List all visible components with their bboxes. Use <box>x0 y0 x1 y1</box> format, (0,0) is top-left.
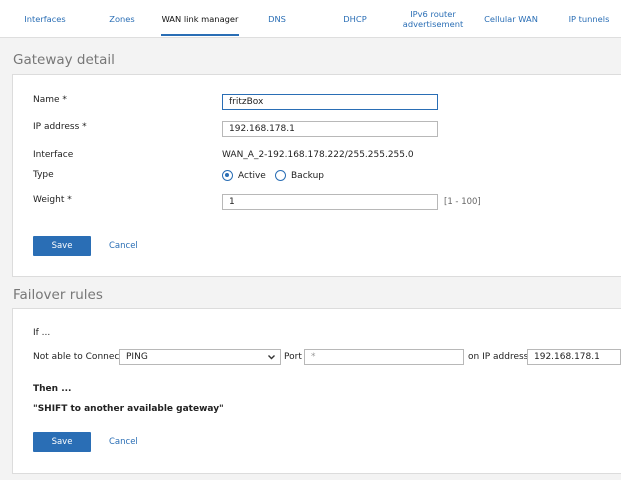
tab-dns[interactable]: DNS <box>254 0 300 38</box>
port-label: Port <box>284 352 302 362</box>
not-able-to-connect-label: Not able to Connect <box>33 352 123 362</box>
type-backup-radio[interactable] <box>275 170 286 181</box>
on-ip-address-label: on IP address <box>468 352 529 362</box>
tab-dhcp[interactable]: DHCP <box>328 0 382 38</box>
tab-bar: Interfaces Zones WAN link manager DNS DH… <box>0 0 621 38</box>
name-input[interactable] <box>222 94 438 110</box>
failover-rules-card <box>12 308 621 474</box>
tab-interfaces[interactable]: Interfaces <box>14 0 76 38</box>
gateway-cancel-button[interactable]: Cancel <box>109 241 138 251</box>
interface-value: WAN_A_2-192.168.178.222/255.255.255.0 <box>222 150 414 160</box>
tab-cellular-wan[interactable]: Cellular WAN <box>480 0 542 38</box>
weight-input[interactable] <box>222 194 438 210</box>
interface-label: Interface <box>33 150 74 160</box>
then-label: Then ... <box>33 384 72 394</box>
ip-address-label: IP address * <box>33 122 87 132</box>
weight-range-hint: [1 - 100] <box>444 197 481 207</box>
failover-ip-input[interactable] <box>527 349 621 365</box>
tab-zones[interactable]: Zones <box>96 0 148 38</box>
failover-cancel-button[interactable]: Cancel <box>109 437 138 447</box>
type-backup-label[interactable]: Backup <box>291 171 324 181</box>
type-active-radio[interactable] <box>222 170 233 181</box>
tab-ipv6-router-advertisement[interactable]: IPv6 router advertisement <box>398 0 468 38</box>
if-label: If ... <box>33 328 51 338</box>
tab-wan-link-manager[interactable]: WAN link manager <box>161 0 239 38</box>
failover-save-button[interactable]: Save <box>33 432 91 452</box>
ip-address-input[interactable] <box>222 121 438 137</box>
type-label: Type <box>33 170 54 180</box>
gateway-save-button[interactable]: Save <box>33 236 91 256</box>
weight-label: Weight * <box>33 195 72 205</box>
name-label: Name * <box>33 95 67 105</box>
protocol-select-value: PING <box>126 352 148 362</box>
failover-action-text: "SHIFT to another available gateway" <box>33 404 224 414</box>
type-active-label[interactable]: Active <box>238 171 266 181</box>
tab-ip-tunnels[interactable]: IP tunnels <box>560 0 618 38</box>
port-input[interactable] <box>304 349 464 365</box>
chevron-down-icon <box>268 355 275 360</box>
gateway-detail-title: Gateway detail <box>13 52 115 68</box>
failover-rules-title: Failover rules <box>13 287 103 303</box>
protocol-select[interactable]: PING <box>119 349 281 365</box>
